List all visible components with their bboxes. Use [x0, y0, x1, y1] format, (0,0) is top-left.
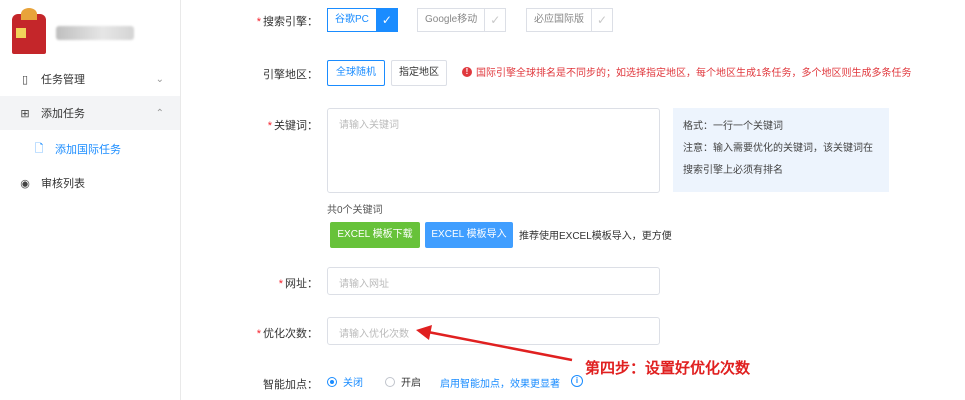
annotation-arrow [416, 325, 573, 362]
step-four-annotation: 第四步：设置好优化次数 [585, 360, 751, 377]
